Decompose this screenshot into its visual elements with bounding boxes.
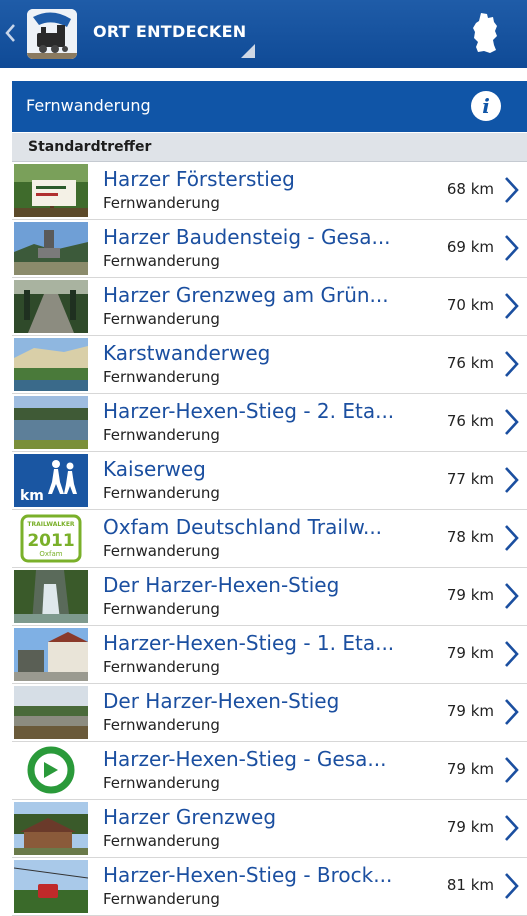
chevron-right-icon (505, 235, 519, 261)
hiking-km-icon: km (14, 454, 88, 507)
item-category: Fernwanderung (103, 542, 220, 560)
item-title: Harzer-Hexen-Stieg - Gesa... (103, 747, 387, 771)
svg-text:Oxfam: Oxfam (39, 550, 62, 558)
chevron-right-icon (505, 525, 519, 551)
item-title: Harzer Baudensteig - Gesa... (103, 225, 391, 249)
dropdown-indicator-icon (241, 44, 255, 58)
category-header: Fernwanderung i (12, 81, 527, 132)
item-title: Harzer Grenzweg am Grün... (103, 283, 389, 307)
info-button[interactable]: i (471, 91, 501, 121)
trailwalker-logo: TRAILWALKER 2011 Oxfam (14, 512, 88, 565)
item-distance: 79 km (446, 586, 494, 604)
list-item[interactable]: Der Harzer-Hexen-Stieg Fernwanderung 79 … (12, 684, 527, 742)
signpost-photo (14, 164, 88, 217)
item-category: Fernwanderung (103, 368, 220, 386)
item-category: Fernwanderung (103, 658, 220, 676)
screen-title[interactable]: ORT ENTDECKEN (93, 22, 247, 41)
lake-photo (14, 396, 88, 449)
chevron-right-icon (505, 293, 519, 319)
list-item[interactable]: Harzer-Hexen-Stieg - Gesa... Fernwanderu… (12, 742, 527, 800)
item-distance: 77 km (446, 470, 494, 488)
list-item[interactable]: Harzer-Hexen-Stieg - 1. Eta... Fernwande… (12, 626, 527, 684)
train-app-icon[interactable] (27, 9, 77, 59)
item-category: Fernwanderung (103, 194, 220, 212)
list-item[interactable]: Harzer Baudensteig - Gesa... Fernwanderu… (12, 220, 527, 278)
item-distance: 79 km (446, 702, 494, 720)
cable-car-photo (14, 860, 88, 913)
germany-map-icon[interactable] (472, 12, 498, 54)
chevron-right-icon (505, 409, 519, 435)
section-header-label: Standardtreffer (28, 139, 152, 155)
dam-photo (14, 686, 88, 739)
tower-landscape-photo (14, 222, 88, 275)
green-circle-logo (14, 744, 88, 797)
results-list: Harzer Försterstieg Fernwanderung 68 km … (12, 162, 527, 916)
section-header: Standardtreffer (12, 133, 527, 162)
action-bar: ORT ENTDECKEN (0, 0, 527, 68)
item-category: Fernwanderung (103, 252, 220, 270)
item-title: Harzer-Hexen-Stieg - 2. Eta... (103, 399, 395, 423)
item-distance: 79 km (446, 760, 494, 778)
item-title: Der Harzer-Hexen-Stieg (103, 573, 340, 597)
item-title: Harzer Grenzweg (103, 805, 277, 829)
item-category: Fernwanderung (103, 310, 220, 328)
list-item[interactable]: Harzer Grenzweg Fernwanderung 79 km (12, 800, 527, 858)
town-square-photo (14, 628, 88, 681)
train-icon (27, 9, 77, 59)
cabin-photo (14, 802, 88, 855)
list-item[interactable]: Harzer Grenzweg am Grün... Fernwanderung… (12, 278, 527, 336)
item-title: Harzer-Hexen-Stieg - Brock... (103, 863, 393, 887)
waterfall-photo (14, 570, 88, 623)
chevron-right-icon (505, 757, 519, 783)
item-category: Fernwanderung (103, 716, 220, 734)
chevron-right-icon (505, 583, 519, 609)
chevron-right-icon (505, 351, 519, 377)
item-distance: 81 km (446, 876, 494, 894)
cliff-lake-photo (14, 338, 88, 391)
svg-text:2011: 2011 (27, 531, 74, 551)
item-category: Fernwanderung (103, 600, 220, 618)
item-distance: 70 km (446, 296, 494, 314)
item-category: Fernwanderung (103, 774, 220, 792)
chevron-right-icon (505, 641, 519, 667)
svg-text:TRAILWALKER: TRAILWALKER (27, 521, 75, 528)
item-category: Fernwanderung (103, 832, 220, 850)
item-title: Kaiserweg (103, 457, 206, 481)
item-distance: 78 km (446, 528, 494, 546)
item-distance: 79 km (446, 644, 494, 662)
item-title: Harzer Försterstieg (103, 167, 295, 191)
item-category: Fernwanderung (103, 890, 220, 908)
forest-path-photo (14, 280, 88, 333)
list-item[interactable]: Harzer Försterstieg Fernwanderung 68 km (12, 162, 527, 220)
item-title: Karstwanderweg (103, 341, 271, 365)
chevron-right-icon (505, 467, 519, 493)
list-item[interactable]: Karstwanderweg Fernwanderung 76 km (12, 336, 527, 394)
list-item[interactable]: Harzer-Hexen-Stieg - 2. Eta... Fernwande… (12, 394, 527, 452)
item-distance: 69 km (446, 238, 494, 256)
list-item[interactable]: Der Harzer-Hexen-Stieg Fernwanderung 79 … (12, 568, 527, 626)
item-title: Oxfam Deutschland Trailw... (103, 515, 383, 539)
list-item[interactable]: Harzer-Hexen-Stieg - Brock... Fernwander… (12, 858, 527, 916)
item-distance: 79 km (446, 818, 494, 836)
item-category: Fernwanderung (103, 426, 220, 444)
chevron-right-icon (505, 815, 519, 841)
item-title: Harzer-Hexen-Stieg - 1. Eta... (103, 631, 395, 655)
item-category: Fernwanderung (103, 484, 220, 502)
svg-text:km: km (20, 488, 44, 504)
chevron-left-icon[interactable] (4, 22, 18, 44)
item-title: Der Harzer-Hexen-Stieg (103, 689, 340, 713)
item-distance: 76 km (446, 354, 494, 372)
chevron-right-icon (505, 873, 519, 899)
category-header-label: Fernwanderung (26, 96, 151, 115)
list-item[interactable]: TRAILWALKER 2011 Oxfam Oxfam Deutschland… (12, 510, 527, 568)
chevron-right-icon (505, 699, 519, 725)
item-distance: 76 km (446, 412, 494, 430)
chevron-right-icon (505, 177, 519, 203)
item-distance: 68 km (446, 180, 494, 198)
list-item[interactable]: km Kaiserweg Fernwanderung 77 km (12, 452, 527, 510)
